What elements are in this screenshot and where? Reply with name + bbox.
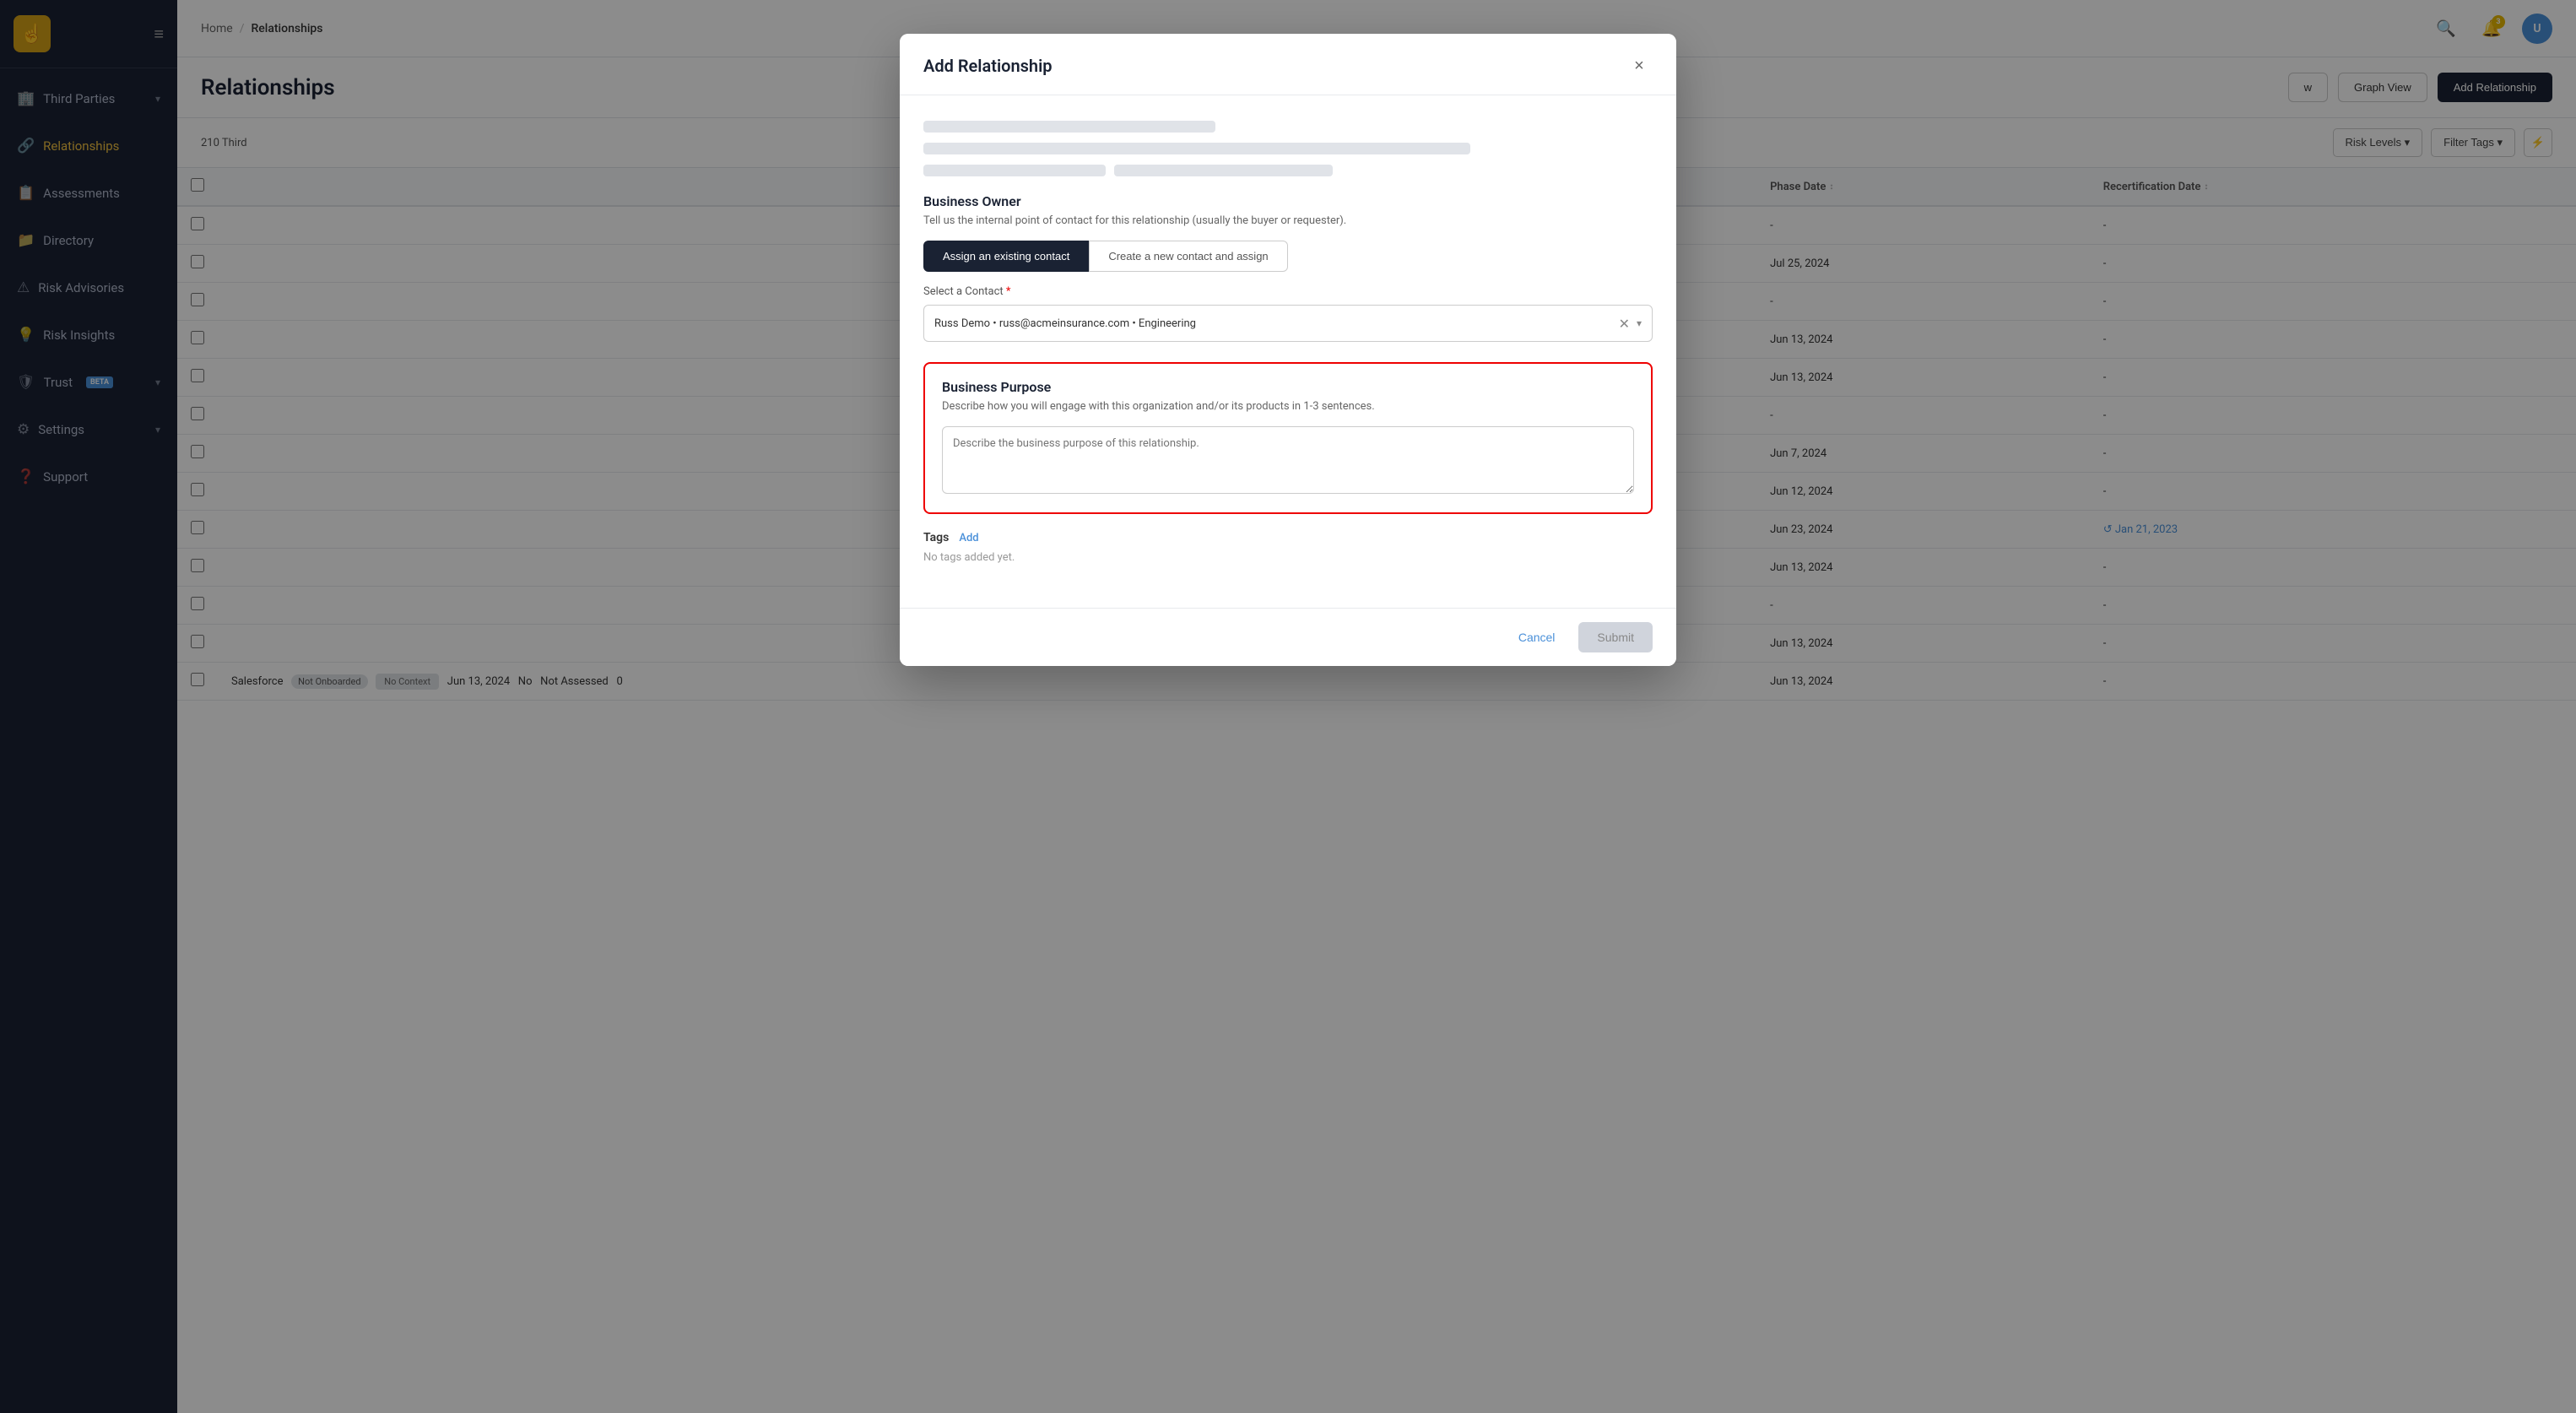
- business-owner-title: Business Owner: [923, 193, 1653, 209]
- select-field-actions: ✕ ▾: [1619, 316, 1642, 332]
- tags-section: Tags Add No tags added yet.: [923, 531, 1653, 564]
- tags-row: Tags Add: [923, 531, 1653, 544]
- modal-overlay: Add Relationship × Business Owner Tell u…: [0, 0, 2576, 1413]
- skeleton-loading: [923, 112, 1653, 193]
- modal-footer: Cancel Submit: [900, 608, 1676, 666]
- contact-tab-group: Assign an existing contact Create a new …: [923, 241, 1653, 272]
- skeleton-bar-3: [923, 165, 1106, 176]
- modal-close-button[interactable]: ×: [1626, 52, 1653, 79]
- tab-create-new[interactable]: Create a new contact and assign: [1089, 241, 1287, 272]
- contact-select-value: Russ Demo • russ@acmeinsurance.com • Eng…: [934, 317, 1612, 330]
- business-owner-description: Tell us the internal point of contact fo…: [923, 214, 1653, 227]
- contact-select-field[interactable]: Russ Demo • russ@acmeinsurance.com • Eng…: [923, 305, 1653, 342]
- skeleton-bar-2: [923, 143, 1470, 154]
- required-indicator: *: [1006, 285, 1011, 298]
- cancel-button[interactable]: Cancel: [1505, 624, 1569, 651]
- modal-header: Add Relationship ×: [900, 34, 1676, 95]
- business-purpose-textarea[interactable]: [942, 426, 1634, 494]
- select-contact-label: Select a Contact: [923, 285, 1004, 298]
- skeleton-bar-4: [1114, 165, 1333, 176]
- business-purpose-title: Business Purpose: [942, 379, 1634, 395]
- modal-body: Business Owner Tell us the internal poin…: [900, 95, 1676, 608]
- dropdown-arrow-icon[interactable]: ▾: [1637, 317, 1642, 329]
- clear-selection-button[interactable]: ✕: [1619, 316, 1630, 332]
- tab-assign-existing[interactable]: Assign an existing contact: [923, 241, 1089, 272]
- add-relationship-modal: Add Relationship × Business Owner Tell u…: [900, 34, 1676, 666]
- business-owner-section: Business Owner Tell us the internal poin…: [923, 193, 1653, 342]
- tags-label: Tags: [923, 531, 949, 544]
- skeleton-bar-1: [923, 121, 1215, 133]
- tags-add-button[interactable]: Add: [959, 532, 978, 544]
- tags-empty-message: No tags added yet.: [923, 551, 1653, 564]
- modal-title: Add Relationship: [923, 56, 1053, 76]
- submit-button[interactable]: Submit: [1578, 622, 1653, 652]
- business-purpose-description: Describe how you will engage with this o…: [942, 400, 1634, 413]
- business-purpose-section: Business Purpose Describe how you will e…: [923, 362, 1653, 514]
